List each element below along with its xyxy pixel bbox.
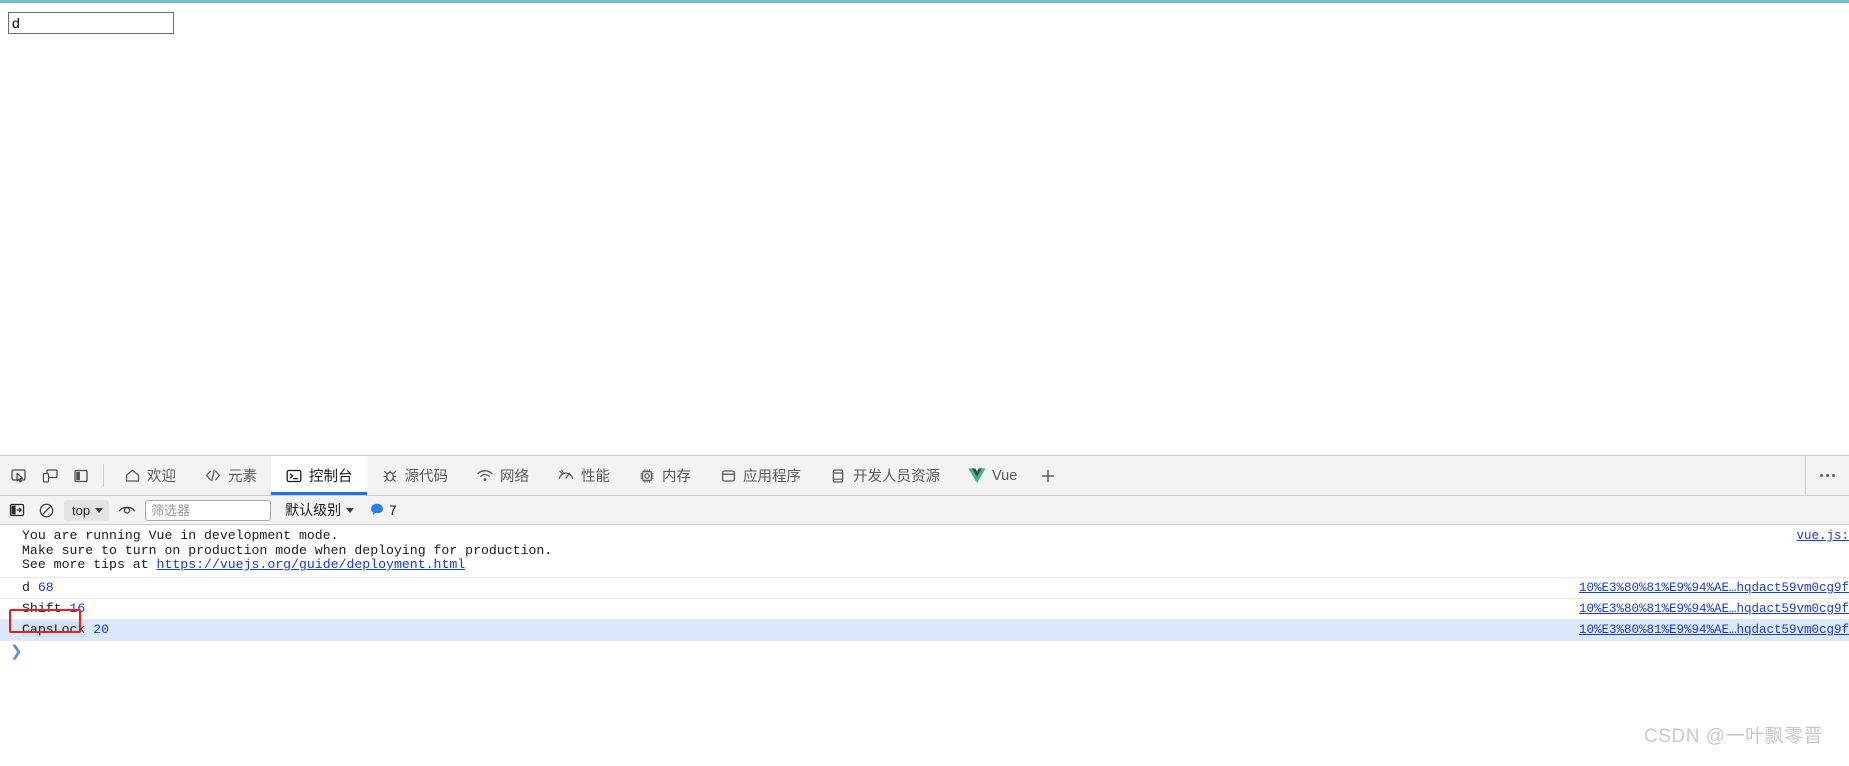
tab-label: 性能 xyxy=(581,469,610,485)
tab-label: 开发人员资源 xyxy=(853,469,940,485)
live-expression-icon[interactable] xyxy=(116,499,138,521)
devtools-tool-buttons xyxy=(0,456,100,495)
tab-label: 欢迎 xyxy=(147,469,176,485)
tab-elements[interactable]: 元素 xyxy=(190,456,271,495)
tab-label: 网络 xyxy=(500,469,529,485)
device-toolbar-icon[interactable] xyxy=(37,463,63,489)
devtools-tabs: 欢迎 元素 控制台 源代码 网络 性能 内存 应用程序 开发人员资源 Vue xyxy=(109,456,1805,495)
log-key-name: Shift xyxy=(22,600,62,616)
console-message-count[interactable]: 7 xyxy=(370,503,397,518)
add-panel-button[interactable] xyxy=(1031,456,1065,495)
console-level-label: 默认级别 xyxy=(285,502,342,518)
code-brackets-icon xyxy=(204,467,222,485)
execution-context-value: top xyxy=(72,502,91,518)
tab-developer-resources[interactable]: 开发人员资源 xyxy=(815,456,954,495)
console-filter-input[interactable] xyxy=(145,499,272,521)
console-log-row-selected[interactable]: CapsLock 20 10%E3%80%81%E9%94%AE…hqdact5… xyxy=(0,619,1849,641)
console-source-link[interactable]: 10%E3%80%81%E9%94%AE…hqdact59vm0cg9f xyxy=(1579,599,1849,619)
vue-deployment-link[interactable]: https://vuejs.org/guide/deployment.html xyxy=(157,557,466,572)
console-filter-toolbar: top 默认级别 7 xyxy=(0,496,1849,525)
tab-label: 元素 xyxy=(228,469,257,485)
wifi-icon xyxy=(476,467,494,485)
dock-panel-icon[interactable] xyxy=(68,463,94,489)
chevron-down-icon xyxy=(346,507,355,513)
tab-application[interactable]: 应用程序 xyxy=(705,456,815,495)
console-message-count-value: 7 xyxy=(389,502,397,518)
tab-memory[interactable]: 内存 xyxy=(624,456,705,495)
document-icon xyxy=(829,467,847,485)
devtools-more-menu-button[interactable] xyxy=(1805,456,1849,495)
clear-console-icon[interactable] xyxy=(35,499,57,521)
console-sidebar-icon[interactable] xyxy=(6,499,28,521)
console-source-link[interactable]: 10%E3%80%81%E9%94%AE…hqdact59vm0cg9f xyxy=(1579,620,1849,640)
console-source-link[interactable]: vue.js: xyxy=(1796,529,1849,543)
log-key-code: 20 xyxy=(93,621,110,637)
web-page-viewport xyxy=(0,3,1849,455)
home-icon xyxy=(123,467,141,485)
application-box-icon xyxy=(719,467,737,485)
tab-label: 源代码 xyxy=(404,469,449,485)
tab-label: Vue xyxy=(992,467,1018,484)
console-message-line: See more tips at https://vuejs.org/guide… xyxy=(0,557,1849,573)
vue-logo-icon xyxy=(968,467,986,485)
tab-welcome[interactable]: 欢迎 xyxy=(109,456,190,495)
console-message-line: You are running Vue in development mode. xyxy=(22,528,339,543)
log-key-code: 68 xyxy=(37,579,54,595)
inspect-element-icon[interactable] xyxy=(6,463,32,489)
screenshot-root: 欢迎 元素 xyxy=(0,0,1849,766)
console-level-selector[interactable]: 默认级别 xyxy=(282,500,357,520)
log-key-name: d xyxy=(22,579,30,595)
tab-performance[interactable]: 性能 xyxy=(543,456,624,495)
memory-chip-icon xyxy=(638,467,656,485)
console-log-row[interactable]: Shift 16 10%E3%80%81%E9%94%AE…hqdact59vm… xyxy=(0,599,1849,620)
log-key-name: CapsLock xyxy=(22,621,86,637)
more-dots-icon xyxy=(1820,474,1835,477)
console-message-line: Make sure to turn on production mode whe… xyxy=(22,542,553,558)
tab-vue[interactable]: Vue xyxy=(954,456,1031,495)
prompt-chevron-icon: ❯ xyxy=(10,642,23,660)
log-key-code: 16 xyxy=(69,600,86,616)
devtools-tabstrip: 欢迎 元素 控制台 源代码 网络 性能 内存 应用程序 开发人员资源 Vue xyxy=(0,456,1849,496)
chevron-down-icon xyxy=(95,507,104,513)
bug-icon xyxy=(381,467,399,485)
tab-label: 应用程序 xyxy=(743,469,801,485)
console-message-vue-devmode[interactable]: You are running Vue in development mode.… xyxy=(0,525,1849,578)
performance-meter-icon xyxy=(557,467,575,485)
csdn-watermark: CSDN @一叶飘零晋 xyxy=(1644,726,1823,747)
info-bubble-icon xyxy=(371,503,383,516)
tab-label: 控制台 xyxy=(309,469,353,485)
console-log-row[interactable]: d 68 10%E3%80%81%E9%94%AE…hqdact59vm0cg9… xyxy=(0,578,1849,599)
console-message-text: See more tips at xyxy=(22,557,157,572)
tab-sources[interactable]: 源代码 xyxy=(367,456,463,495)
tab-label: 内存 xyxy=(662,469,691,485)
tab-network[interactable]: 网络 xyxy=(462,456,543,495)
devtools-panel: 欢迎 元素 控制台 源代码 网络 性能 内存 应用程序 开发人员资源 Vue t… xyxy=(0,455,1849,766)
console-prompt[interactable]: ❯ xyxy=(0,641,1849,663)
console-terminal-icon xyxy=(285,467,303,485)
console-message-list: You are running Vue in development mode.… xyxy=(0,525,1849,765)
console-source-link[interactable]: 10%E3%80%81%E9%94%AE…hqdact59vm0cg9f xyxy=(1579,578,1849,598)
tab-console[interactable]: 控制台 xyxy=(271,456,367,495)
toolbar-divider xyxy=(103,464,104,487)
keyboard-test-input[interactable] xyxy=(8,12,174,34)
execution-context-selector[interactable]: top xyxy=(64,499,110,521)
